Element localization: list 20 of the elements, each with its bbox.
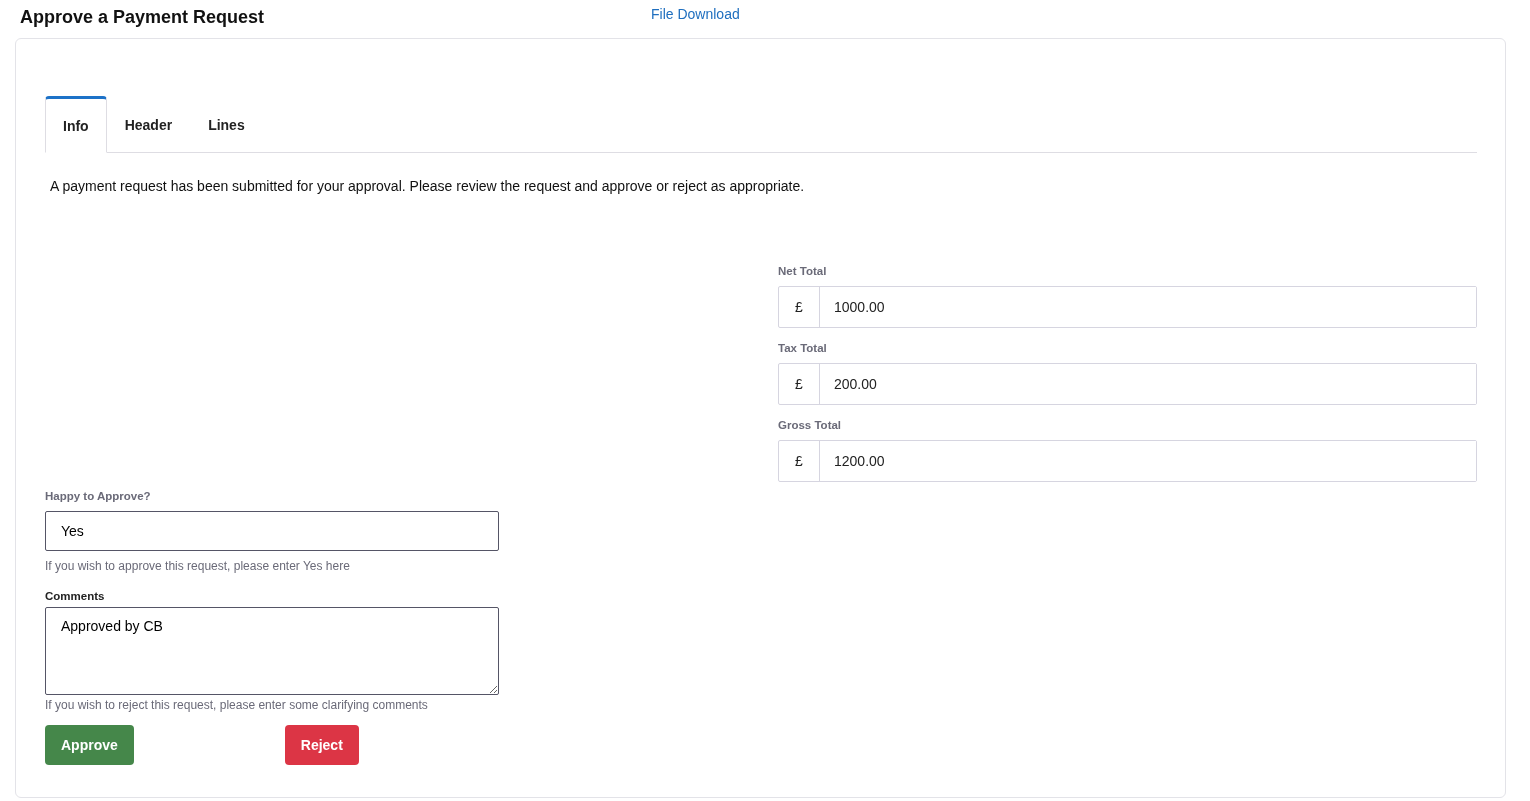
- reject-button[interactable]: Reject: [284, 725, 359, 765]
- file-download-link[interactable]: File Download: [651, 6, 740, 22]
- tab[interactable]: Lines: [190, 96, 263, 153]
- approve-input-field[interactable]: Yes: [45, 511, 499, 551]
- help-text: If you wish to reject this request, please enter some clarifying comments: [45, 698, 429, 712]
- field-label: Net Total: [778, 265, 828, 277]
- field-label: Gross Total: [778, 419, 843, 431]
- page-title: Approve a Payment Request: [20, 6, 266, 28]
- field-label: Comments: [45, 590, 106, 602]
- amount-field[interactable]: £ 200.00: [778, 363, 1477, 405]
- intro-text: A payment request has been submitted for your approval. Please review the request and approve or reject as appropriate.: [50, 178, 806, 194]
- field-label: Happy to Approve?: [45, 490, 152, 502]
- amount-field[interactable]: £ 1000.00: [778, 286, 1477, 328]
- tab[interactable]: Header: [106, 96, 191, 153]
- approve-button[interactable]: Approve: [45, 725, 134, 765]
- help-text: If you wish to approve this request, please enter Yes here: [45, 559, 351, 573]
- comments-field[interactable]: Approved by CB: [45, 607, 499, 695]
- field-label: Tax Total: [778, 342, 828, 354]
- amount-field[interactable]: £ 1200.00: [778, 440, 1477, 482]
- tab[interactable]: Info: [45, 96, 107, 153]
